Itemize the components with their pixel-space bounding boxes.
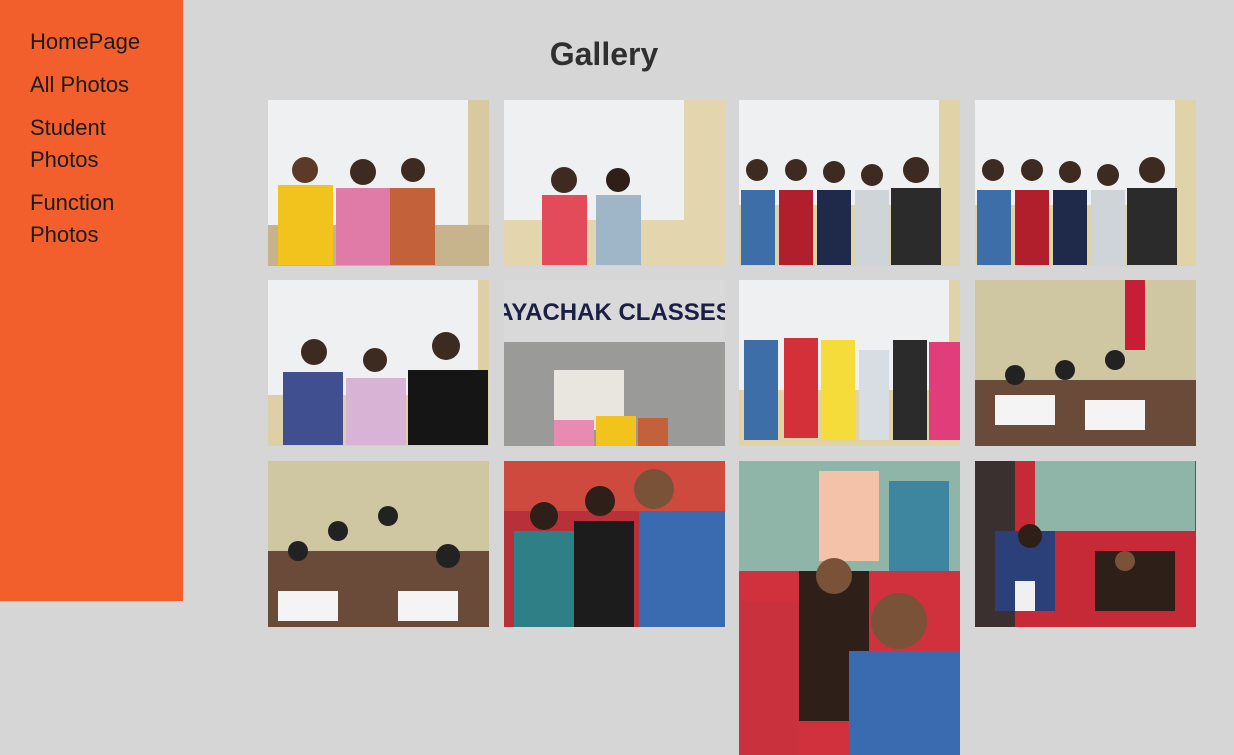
- gallery-photo[interactable]: [504, 100, 725, 266]
- nav-function-photos[interactable]: Function Photos: [30, 187, 170, 251]
- page-title: Gallery: [549, 36, 659, 72]
- sign-text: AYACHAK CLASSES: [504, 299, 725, 326]
- gallery-photo[interactable]: [975, 461, 1196, 627]
- nav-all-photos[interactable]: All Photos: [30, 69, 170, 101]
- gallery-photo[interactable]: [975, 280, 1196, 446]
- gallery-photo[interactable]: [268, 280, 489, 446]
- gallery-photo[interactable]: [739, 461, 960, 755]
- gallery-photo[interactable]: AYACHAK CLASSES: [504, 280, 725, 446]
- nav-student-photos[interactable]: Student Photos: [30, 112, 170, 176]
- gallery-photo[interactable]: [739, 100, 960, 266]
- gallery-photo[interactable]: [268, 461, 489, 627]
- gallery-photo[interactable]: [739, 280, 960, 446]
- nav-homepage[interactable]: HomePage: [30, 26, 170, 58]
- gallery-photo[interactable]: [975, 100, 1196, 266]
- gallery-photo[interactable]: [504, 461, 725, 627]
- sidebar: HomePage All Photos Student Photos Funct…: [0, 0, 183, 601]
- gallery-photo[interactable]: [268, 100, 489, 266]
